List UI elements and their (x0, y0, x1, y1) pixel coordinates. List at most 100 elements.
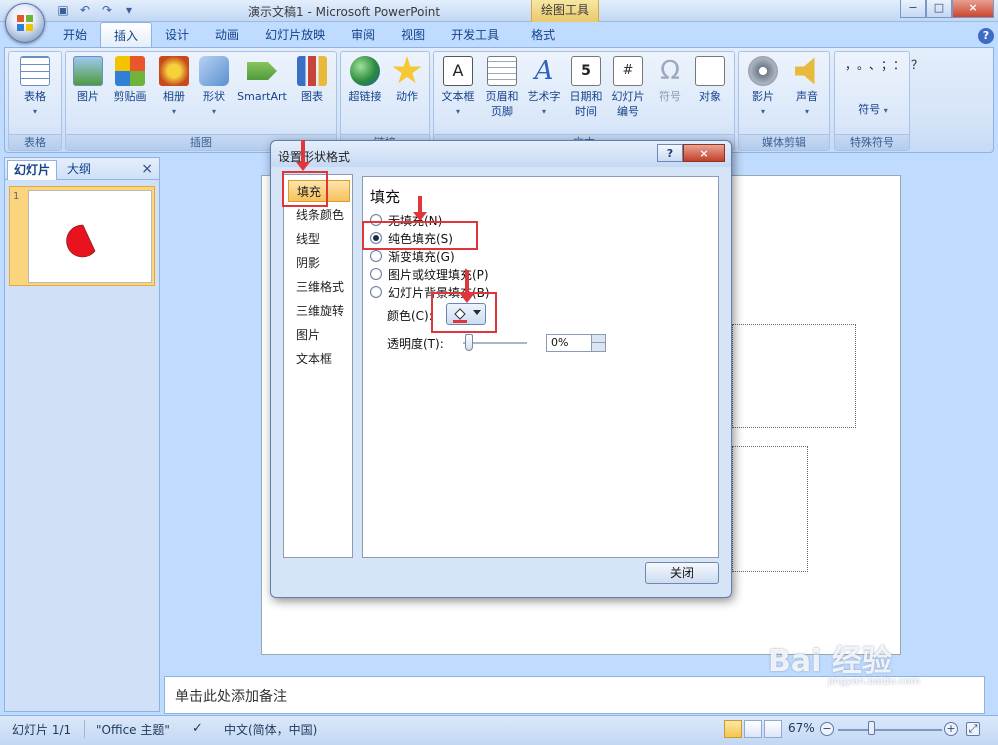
close-button[interactable]: 关闭 (645, 562, 719, 584)
window-close-button[interactable]: × (952, 0, 994, 18)
omega-icon: Ω (660, 56, 680, 86)
close-pane-icon[interactable]: × (141, 161, 153, 177)
textbox-button[interactable]: A 文本框 ▾ (438, 56, 478, 119)
ribbon: 表格 ▾ 表格 图片 剪贴画 相册 ▾ 形状 ▾ SmartArt 图表 插图 … (4, 47, 994, 153)
tab-developer[interactable]: 开发工具 (438, 22, 512, 48)
maximize-button[interactable]: □ (926, 0, 952, 18)
zoom-slider-thumb[interactable] (868, 721, 875, 735)
header-footer-button[interactable]: 页眉和页脚 (482, 56, 522, 119)
slide-thumbnail-number: 1 (13, 191, 20, 202)
spellcheck-icon[interactable]: ✓ (192, 721, 203, 736)
highlight-solid-fill (362, 221, 478, 250)
sound-button[interactable]: 声音 ▾ (787, 56, 827, 119)
help-icon[interactable]: ? (978, 28, 994, 44)
zoom-in-button[interactable]: + (944, 722, 958, 736)
wordart-icon: A (534, 56, 554, 86)
placeholder-box[interactable] (732, 446, 808, 572)
slide-sorter-button[interactable] (744, 720, 762, 738)
hyperlink-button[interactable]: 超链接 (345, 56, 385, 104)
transparency-spinner[interactable]: 0% (546, 334, 606, 352)
tab-insert[interactable]: 插入 (100, 22, 153, 48)
tab-slides[interactable]: 幻灯片 (7, 160, 58, 180)
fit-to-window-icon[interactable]: ⤢ (966, 722, 980, 736)
shapes-button[interactable]: 形状 ▾ (196, 56, 232, 119)
window-title: 演示文稿1 - Microsoft PowerPoint (248, 5, 441, 19)
transparency-slider-thumb[interactable] (465, 334, 473, 351)
slides-pane-tabs: 幻灯片 大纲 × (5, 158, 159, 180)
table-icon (20, 56, 50, 86)
tab-design[interactable]: 设计 (152, 22, 202, 48)
drawing-tools-context-title: 绘图工具 (531, 0, 599, 22)
nav-3d-rotation[interactable]: 三维旋转 (288, 300, 350, 322)
dialog-title: 设置形状格式 (278, 150, 351, 164)
tab-format[interactable]: 格式 (518, 22, 568, 48)
tab-review[interactable]: 审阅 (338, 22, 388, 48)
tab-home[interactable]: 开始 (50, 22, 100, 48)
color-label: 颜色(C): (387, 309, 433, 323)
nav-line-style[interactable]: 线型 (288, 228, 350, 250)
slide-number-button[interactable]: # 幻灯片编号 (608, 56, 648, 119)
office-button[interactable] (5, 3, 45, 43)
red-shape-thumbnail (66, 224, 96, 258)
symbol-button[interactable]: Ω 符号 (652, 56, 688, 104)
group-table: 表格 ▾ 表格 (8, 51, 62, 151)
spin-down-icon[interactable] (591, 343, 605, 351)
dialog-help-button[interactable]: ? (657, 144, 683, 162)
placeholder-box[interactable] (732, 324, 856, 428)
clipart-button[interactable]: 剪贴画 (108, 56, 152, 104)
special-symbol-button[interactable]: 符号 ▾ (843, 102, 903, 118)
movie-button[interactable]: 影片 ▾ (743, 56, 783, 119)
tab-animations[interactable]: 动画 (202, 22, 252, 48)
nav-picture[interactable]: 图片 (288, 324, 350, 346)
slide-indicator: 幻灯片 1/1 (12, 723, 72, 737)
radio-button[interactable] (370, 268, 382, 280)
spin-up-icon[interactable] (591, 335, 605, 343)
nav-shadow[interactable]: 阴影 (288, 252, 350, 274)
zoom-level[interactable]: 67% (788, 721, 815, 735)
minimize-button[interactable]: − (900, 0, 926, 18)
slideshow-view-button[interactable] (764, 720, 782, 738)
save-icon[interactable]: ▣ (55, 2, 71, 18)
tab-view[interactable]: 视图 (388, 22, 438, 48)
undo-icon[interactable]: ↶ (77, 2, 93, 18)
customize-qat-icon[interactable]: ▾ (121, 2, 137, 18)
tab-slideshow[interactable]: 幻灯片放映 (252, 22, 338, 48)
nav-3d-format[interactable]: 三维格式 (288, 276, 350, 298)
slide-thumbnail[interactable] (28, 190, 152, 283)
photo-album-icon (159, 56, 189, 86)
object-button[interactable]: 对象 (692, 56, 728, 104)
redo-icon[interactable]: ↷ (99, 2, 115, 18)
symbol-grid[interactable]: ，。、；：？ (841, 56, 923, 74)
date-time-button[interactable]: 5 日期和时间 (566, 56, 606, 119)
star-icon (392, 56, 422, 84)
nav-textbox[interactable]: 文本框 (288, 348, 350, 370)
nav-line-color[interactable]: 线条颜色 (288, 204, 350, 226)
globe-icon (350, 56, 380, 86)
smartart-icon (247, 62, 277, 80)
chart-button[interactable]: 图表 (294, 56, 330, 104)
tab-outline[interactable]: 大纲 (61, 160, 97, 180)
zoom-slider-track[interactable] (838, 729, 942, 731)
object-icon (695, 56, 725, 86)
table-button[interactable]: 表格 ▾ (14, 56, 56, 119)
radio-button[interactable] (370, 250, 382, 262)
smartart-button[interactable]: SmartArt (234, 56, 290, 104)
radio-picture-fill[interactable]: 图片或纹理填充(P) (370, 265, 489, 283)
zoom-out-button[interactable]: − (820, 722, 834, 736)
dialog-title-buttons: ? × (657, 144, 725, 162)
slide-number-icon: # (613, 56, 643, 86)
slide-thumbnail-item[interactable]: 1 (9, 186, 155, 286)
dialog-close-button[interactable]: × (683, 144, 725, 162)
speaker-icon (795, 57, 815, 85)
dialog-title-bar[interactable]: 设置形状格式 ? × (271, 141, 731, 167)
normal-view-button[interactable] (724, 720, 742, 738)
slides-pane: 幻灯片 大纲 × 1 (4, 157, 160, 712)
wordart-button[interactable]: A 艺术字 ▾ (526, 56, 562, 119)
annotation-arrow (296, 140, 310, 171)
annotation-arrow (460, 270, 474, 303)
radio-button[interactable] (370, 286, 382, 298)
group-illustrations: 图片 剪贴画 相册 ▾ 形状 ▾ SmartArt 图表 插图 (65, 51, 337, 151)
photo-album-button[interactable]: 相册 ▾ (156, 56, 192, 119)
action-button[interactable]: 动作 (389, 56, 425, 104)
picture-button[interactable]: 图片 (70, 56, 106, 104)
